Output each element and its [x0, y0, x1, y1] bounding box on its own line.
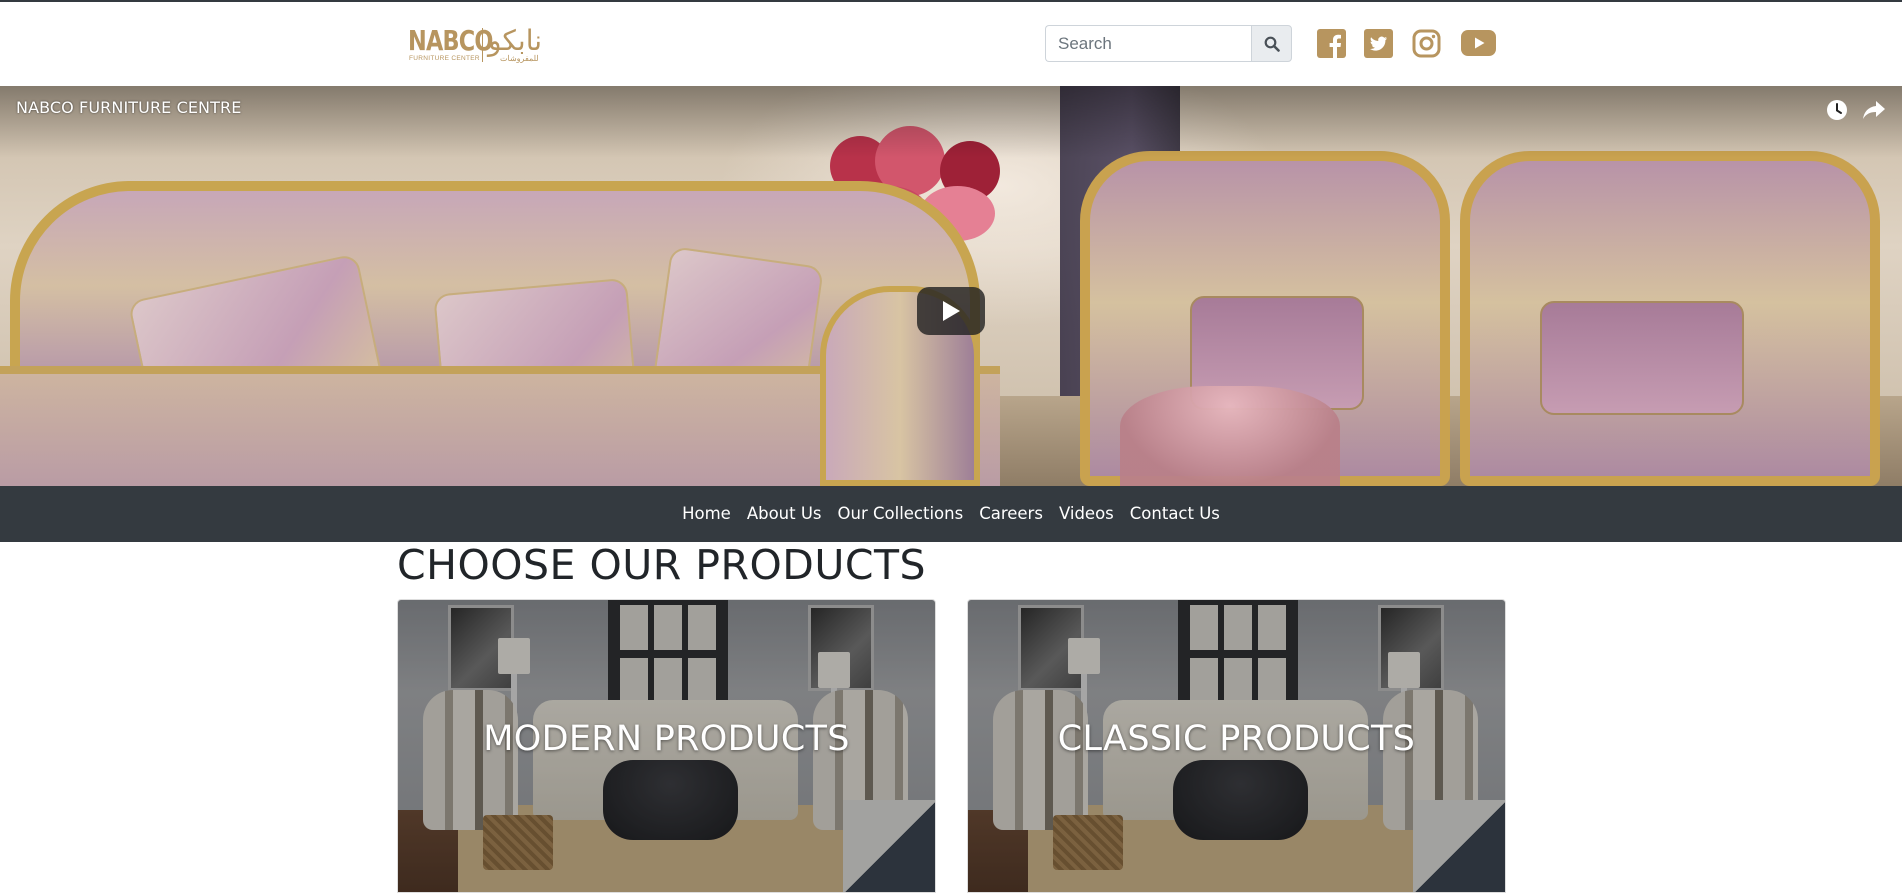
youtube-icon — [1460, 30, 1496, 56]
nav-item-careers[interactable]: Careers — [971, 486, 1051, 542]
nav-item-about-us[interactable]: About Us — [739, 486, 830, 542]
nav-item-videos[interactable]: Videos — [1051, 486, 1122, 542]
brand-logo[interactable]: NABCO FURNITURE CENTER نابكو للمفروشات — [408, 24, 568, 66]
main-nav: Home About Us Our Collections Careers Vi… — [0, 486, 1902, 542]
video-title[interactable]: NABCO FURNITURE CENTRE — [16, 98, 241, 117]
hero-video[interactable]: NABCO FURNITURE CENTRE — [0, 86, 1902, 486]
youtube-link[interactable] — [1460, 26, 1496, 60]
search-group — [1045, 25, 1292, 64]
instagram-link[interactable] — [1411, 26, 1441, 60]
logo-latin-text: NABCO — [408, 24, 493, 57]
logo-divider — [482, 28, 483, 62]
product-card-modern[interactable]: MODERN PRODUCTS — [397, 599, 936, 893]
product-card-label: MODERN PRODUCTS — [483, 718, 850, 759]
share-icon[interactable] — [1862, 99, 1886, 121]
facebook-link[interactable] — [1316, 26, 1346, 60]
twitter-icon — [1363, 28, 1393, 58]
product-card-label: CLASSIC PRODUCTS — [1057, 718, 1416, 759]
nav-item-our-collections[interactable]: Our Collections — [830, 486, 972, 542]
twitter-link[interactable] — [1363, 26, 1393, 60]
watch-later-icon[interactable] — [1826, 99, 1848, 121]
nav-item-home[interactable]: Home — [674, 486, 739, 542]
product-card-classic[interactable]: CLASSIC PRODUCTS — [967, 599, 1506, 893]
logo-arabic-subtitle: للمفروشات — [500, 54, 539, 63]
facebook-icon — [1316, 28, 1346, 58]
play-icon — [943, 301, 960, 321]
search-icon — [1264, 36, 1280, 52]
site-header: NABCO FURNITURE CENTER نابكو للمفروشات — [0, 2, 1902, 86]
search-input[interactable] — [1045, 25, 1252, 62]
instagram-icon — [1412, 29, 1440, 57]
nav-item-contact-us[interactable]: Contact Us — [1122, 486, 1228, 542]
logo-subtitle: FURNITURE CENTER — [409, 55, 480, 62]
products-heading: CHOOSE OUR PRODUCTS — [397, 541, 927, 589]
search-button[interactable] — [1251, 25, 1292, 62]
logo-arabic-text: نابكو — [488, 24, 543, 57]
play-button[interactable] — [917, 287, 985, 335]
